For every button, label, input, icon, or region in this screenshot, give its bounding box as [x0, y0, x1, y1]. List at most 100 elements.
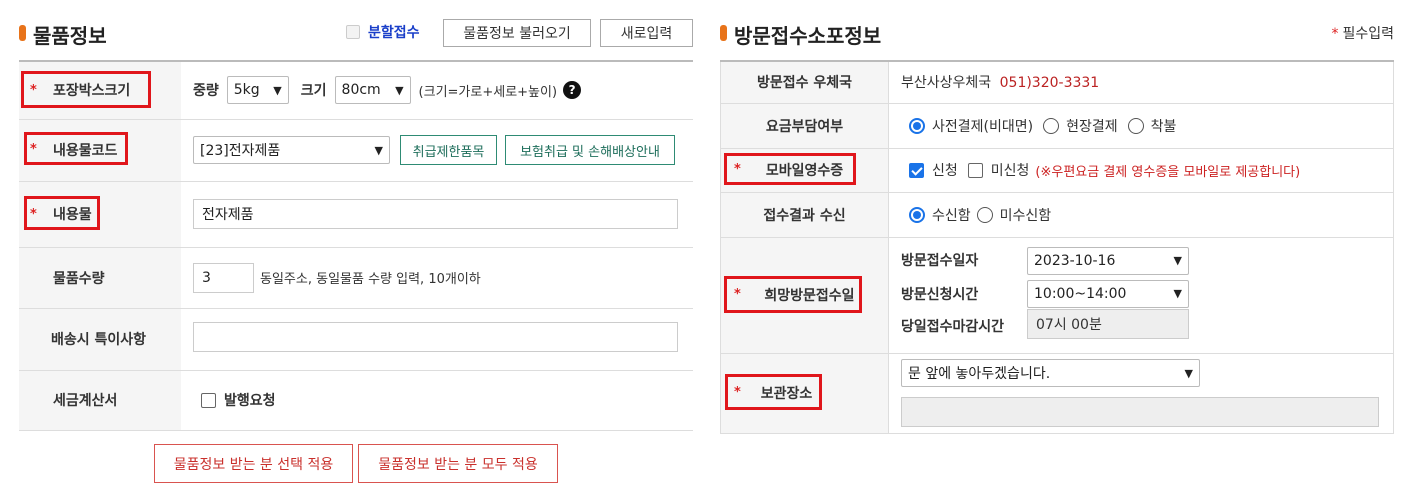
- required-star: *: [30, 141, 37, 157]
- row-result-receive: 접수결과 수신 수신함 미수신함: [720, 192, 1394, 238]
- help-icon[interactable]: ?: [563, 81, 582, 100]
- visit-date-sub-label: 방문접수일자: [901, 252, 979, 269]
- required-star: *: [734, 161, 741, 177]
- item-info-header: 물품정보 분할접수 물품정보 불러오기 새로입력: [19, 0, 693, 60]
- storage-detail-input[interactable]: [901, 397, 1379, 427]
- row-mobile-receipt: * 모바일영수증 신청 미신청 (※우편요금 결제 영수증을 모바일로 제공합니…: [720, 148, 1394, 193]
- issue-request-label: 발행요청: [224, 393, 276, 409]
- required-highlight-box: [21, 71, 151, 108]
- size-value: 80cm: [341, 82, 381, 99]
- onsite-payment-radio[interactable]: [1043, 117, 1060, 134]
- size-hint: (크기=가로+세로+높이): [418, 84, 558, 100]
- receipt-decline-checkbox[interactable]: [967, 162, 983, 178]
- chevron-down-icon: ▼: [1173, 254, 1182, 267]
- apply-selected-recipient-button[interactable]: 물품정보 받는 분 선택 적용: [154, 444, 353, 483]
- content-input[interactable]: 전자제품: [193, 199, 678, 229]
- issue-request-checkbox[interactable]: 발행요청: [201, 390, 693, 410]
- row-content: * 내용물 전자제품: [19, 181, 693, 248]
- chevron-down-icon: ▼: [273, 83, 282, 97]
- new-input-button[interactable]: 새로입력: [600, 19, 693, 47]
- visit-date-select[interactable]: 2023-10-16 ▼: [1027, 246, 1189, 275]
- row-box-size: * 포장박스크기 중량 5kg ▼ 크기 80cm ▼ (크기=가로+세로+높이) …: [19, 61, 693, 120]
- required-star: *: [734, 384, 741, 400]
- size-select[interactable]: 80cm ▼: [334, 76, 411, 105]
- post-office-phone: 051)320-3331: [999, 75, 1100, 92]
- quantity-input[interactable]: 3: [193, 262, 254, 293]
- onsite-payment-label: 현장결제: [1066, 118, 1118, 135]
- post-office-label: 방문접수 우체국: [720, 61, 889, 104]
- section-bullet-icon: [19, 25, 26, 41]
- visit-time-label: 방문신청시간: [901, 286, 979, 303]
- visit-info-header: 방문접수소포정보 * 필수입력: [720, 0, 1394, 60]
- storage-select[interactable]: 문 앞에 놓아두겠습니다. ▼: [901, 359, 1200, 387]
- row-quantity: 물품수량 3 동일주소, 동일물품 수량 입력, 10개이하: [19, 247, 693, 309]
- chevron-down-icon: ▼: [395, 83, 404, 97]
- item-info-table: * 포장박스크기 중량 5kg ▼ 크기 80cm ▼ (크기=가로+세로+높이) …: [19, 60, 693, 431]
- content-code-value: [23]전자제품: [200, 143, 281, 159]
- restricted-items-button[interactable]: 취급제한품목: [400, 135, 497, 165]
- visit-info-title: 방문접수소포정보: [734, 24, 882, 48]
- insurance-guide-button[interactable]: 보험취급 및 손해배상안내: [505, 135, 675, 165]
- fee-label: 요금부담여부: [720, 103, 889, 149]
- required-note-text: 필수입력: [1342, 26, 1394, 42]
- split-checkbox-icon[interactable]: [346, 25, 360, 39]
- visit-date-value: 2023-10-16: [1034, 252, 1116, 269]
- result-receive-label: 접수결과 수신: [720, 192, 889, 238]
- receipt-apply-checkbox[interactable]: [909, 162, 924, 178]
- required-star: *: [1331, 26, 1339, 42]
- row-storage: * 보관장소 문 앞에 놓아두겠습니다. ▼: [720, 353, 1394, 434]
- row-post-office: 방문접수 우체국 부산사상우체국 051)320-3331: [720, 61, 1394, 104]
- visit-info-table: 방문접수 우체국 부산사상우체국 051)320-3331 요금부담여부 사전결…: [720, 60, 1394, 434]
- receive-label: 수신함: [932, 207, 971, 224]
- required-star: *: [30, 83, 37, 98]
- row-fee: 요금부담여부 사전결제(비대면) 현장결제 착불: [720, 103, 1394, 149]
- cod-radio[interactable]: [1127, 117, 1144, 134]
- row-tax-invoice: 세금계산서 발행요청: [19, 370, 693, 431]
- split-receipt-checkbox[interactable]: 분할접수: [346, 22, 420, 42]
- size-label: 크기: [300, 83, 327, 100]
- apply-all-recipients-button[interactable]: 물품정보 받는 분 모두 적용: [358, 444, 558, 483]
- receipt-apply-label: 신청: [932, 163, 958, 179]
- chevron-down-icon: ▼: [1184, 366, 1193, 380]
- required-highlight-box: [724, 275, 862, 313]
- quantity-label: 물품수량: [53, 270, 105, 287]
- weight-select[interactable]: 5kg ▼: [226, 76, 289, 105]
- checkbox-icon[interactable]: [201, 392, 216, 408]
- prepaid-radio[interactable]: [909, 117, 925, 134]
- row-visit-date: * 희망방문접수일 방문접수일자 2023-10-16 ▼ 방문신청시간 10:0…: [720, 237, 1394, 354]
- not-receive-radio[interactable]: [976, 206, 993, 223]
- weight-value: 5kg: [233, 82, 260, 99]
- quantity-hint: 동일주소, 동일물품 수량 입력, 10개이하: [260, 272, 481, 287]
- special-input[interactable]: [193, 322, 678, 352]
- post-office-name: 부산사상우체국: [901, 75, 992, 92]
- load-item-info-button[interactable]: 물품정보 불러오기: [443, 19, 591, 47]
- row-content-code: * 내용물코드 [23]전자제품 ▼ 취급제한품목 보험취급 및 손해배상안내: [19, 119, 693, 182]
- item-info-title: 물품정보: [33, 24, 107, 48]
- item-info-panel: 물품정보 분할접수 물품정보 불러오기 새로입력 * 포장박스크기 중량 5kg…: [19, 0, 693, 431]
- content-code-select[interactable]: [23]전자제품 ▼: [193, 136, 390, 164]
- visit-time-select[interactable]: 10:00~14:00 ▼: [1027, 279, 1189, 308]
- storage-value: 문 앞에 놓아두겠습니다.: [908, 366, 1051, 382]
- receive-radio[interactable]: [909, 206, 925, 223]
- visit-time-value: 10:00~14:00: [1034, 285, 1127, 302]
- required-highlight-box: [724, 152, 856, 185]
- deadline-value: 07시 00분: [1027, 308, 1189, 339]
- required-note: * 필수입력: [1331, 23, 1394, 43]
- required-star: *: [30, 206, 37, 222]
- chevron-down-icon: ▼: [1173, 287, 1182, 300]
- visit-info-panel: 방문접수소포정보 * 필수입력 방문접수 우체국 부산사상우체국 051)320-…: [720, 0, 1394, 434]
- receipt-decline-label: 미신청: [990, 163, 1030, 179]
- split-receipt-label: 분할접수: [368, 25, 420, 41]
- required-star: *: [734, 286, 741, 302]
- row-special: 배송시 특이사항: [19, 308, 693, 371]
- chevron-down-icon: ▼: [374, 143, 383, 157]
- cod-label: 착불: [1150, 118, 1177, 135]
- prepaid-label: 사전결제(비대면): [932, 118, 1034, 135]
- not-receive-label: 미수신함: [999, 207, 1052, 224]
- required-highlight-box: [24, 131, 128, 165]
- tax-invoice-label: 세금계산서: [53, 393, 118, 409]
- special-label: 배송시 특이사항: [51, 332, 147, 348]
- weight-label: 중량: [193, 83, 219, 100]
- section-bullet-icon: [720, 25, 727, 41]
- deadline-label: 당일접수마감시간: [901, 318, 1005, 335]
